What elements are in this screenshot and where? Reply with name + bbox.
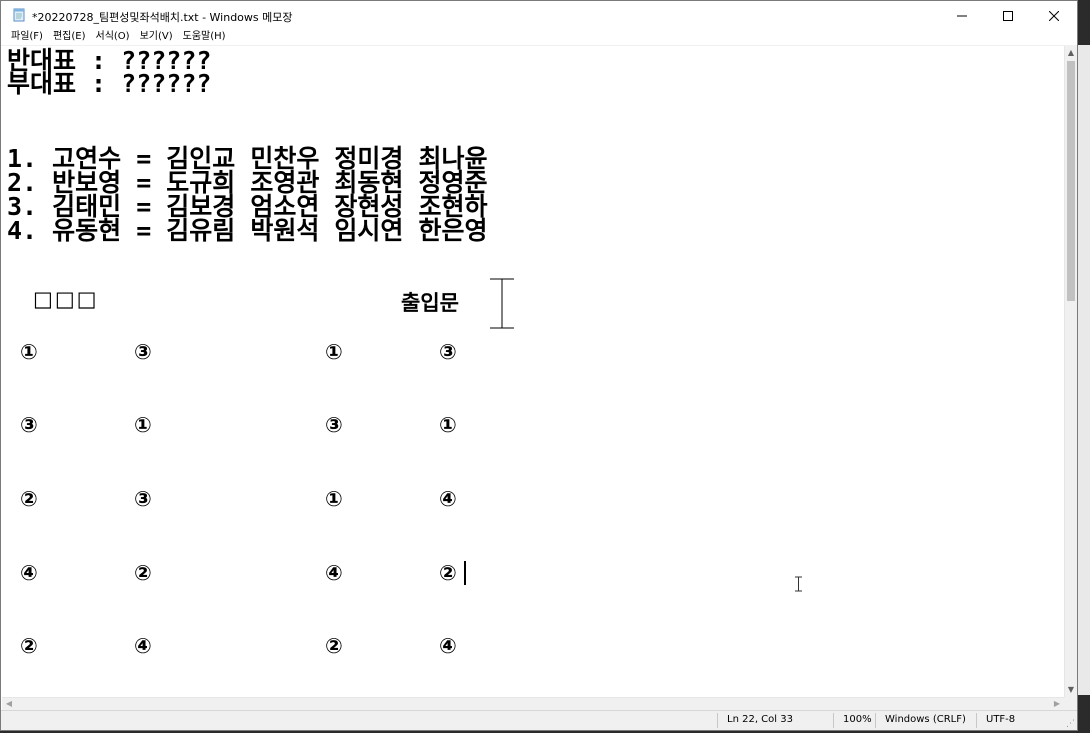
seat-number: ② bbox=[325, 634, 343, 658]
status-divider bbox=[976, 713, 977, 728]
title-bar[interactable]: *20220728_팀편성및좌석배치.txt - Windows 메모장 bbox=[1, 1, 1077, 31]
seat-number: ① bbox=[20, 340, 38, 364]
menu-file[interactable]: 파일(F) bbox=[6, 29, 48, 45]
box-symbols: □□□ bbox=[33, 287, 99, 311]
seat-number: ③ bbox=[439, 340, 457, 364]
seat-number: ① bbox=[325, 340, 343, 364]
seat-number: ④ bbox=[134, 634, 152, 658]
scroll-right-icon[interactable]: ▶ bbox=[1050, 698, 1064, 710]
menu-view[interactable]: 보기(V) bbox=[135, 29, 178, 45]
minimize-button[interactable] bbox=[939, 1, 985, 31]
text-editor[interactable]: 반대표 : ?????? 부대표 : ?????? 1. 고연수 = 김인교 민… bbox=[2, 46, 1065, 697]
notepad-icon bbox=[13, 8, 25, 22]
seat-number: ④ bbox=[439, 634, 457, 658]
status-line-ending: Windows (CRLF) bbox=[885, 714, 966, 725]
seat-number: ④ bbox=[20, 561, 38, 585]
menu-edit[interactable]: 편집(E) bbox=[48, 29, 91, 45]
close-icon bbox=[1049, 11, 1059, 21]
seat-number: ④ bbox=[439, 487, 457, 511]
menu-bar: 파일(F) 편집(E) 서식(O) 보기(V) 도움말(H) bbox=[1, 29, 1077, 45]
seat-number: ① bbox=[439, 413, 457, 437]
seat-number: ② bbox=[20, 487, 38, 511]
vertical-scrollbar[interactable]: ▲ ▼ bbox=[1064, 46, 1077, 697]
status-divider bbox=[875, 713, 876, 728]
text-line: 4. 유동현 = 김유림 박원석 임시연 한은영 bbox=[7, 216, 488, 245]
seat-number: ③ bbox=[20, 413, 38, 437]
seat-number: ② bbox=[439, 561, 457, 585]
status-bar: Ln 22, Col 33 100% Windows (CRLF) UTF-8 … bbox=[1, 710, 1077, 730]
seat-number: ② bbox=[20, 634, 38, 658]
close-button[interactable] bbox=[1031, 1, 1077, 31]
seat-number: ① bbox=[325, 487, 343, 511]
notepad-window: *20220728_팀편성및좌석배치.txt - Windows 메모장 파일(… bbox=[0, 0, 1078, 731]
minimize-icon bbox=[957, 15, 967, 17]
vertical-scroll-thumb[interactable] bbox=[1067, 61, 1075, 301]
scroll-left-icon[interactable]: ◀ bbox=[2, 698, 16, 710]
menu-format[interactable]: 서식(O) bbox=[91, 29, 135, 45]
status-position: Ln 22, Col 33 bbox=[727, 714, 793, 725]
seat-number: ③ bbox=[134, 340, 152, 364]
text-line: 부대표 : ?????? bbox=[7, 69, 212, 98]
ibeam-cursor-icon bbox=[795, 576, 802, 592]
text-caret bbox=[464, 561, 466, 585]
scrollbar-corner bbox=[1064, 697, 1077, 710]
seat-number: ④ bbox=[325, 561, 343, 585]
status-divider bbox=[717, 713, 718, 728]
door-marker-icon bbox=[490, 278, 514, 329]
entrance-label: 출입문 bbox=[401, 291, 459, 315]
seat-number: ③ bbox=[134, 487, 152, 511]
status-zoom: 100% bbox=[843, 714, 872, 725]
seat-number: ② bbox=[134, 561, 152, 585]
horizontal-scrollbar[interactable]: ◀ ▶ bbox=[2, 697, 1064, 710]
menu-help[interactable]: 도움말(H) bbox=[178, 29, 231, 45]
window-title: *20220728_팀편성및좌석배치.txt - Windows 메모장 bbox=[32, 11, 293, 24]
status-divider bbox=[833, 713, 834, 728]
background-panel bbox=[1078, 45, 1090, 695]
maximize-button[interactable] bbox=[985, 1, 1031, 31]
resize-grip-icon[interactable]: ⋰ bbox=[1066, 719, 1075, 729]
scroll-down-icon[interactable]: ▼ bbox=[1065, 683, 1077, 697]
maximize-icon bbox=[1003, 11, 1013, 21]
status-encoding: UTF-8 bbox=[986, 714, 1016, 725]
seat-number: ③ bbox=[325, 413, 343, 437]
scroll-up-icon[interactable]: ▲ bbox=[1065, 46, 1077, 60]
seat-number: ① bbox=[134, 413, 152, 437]
